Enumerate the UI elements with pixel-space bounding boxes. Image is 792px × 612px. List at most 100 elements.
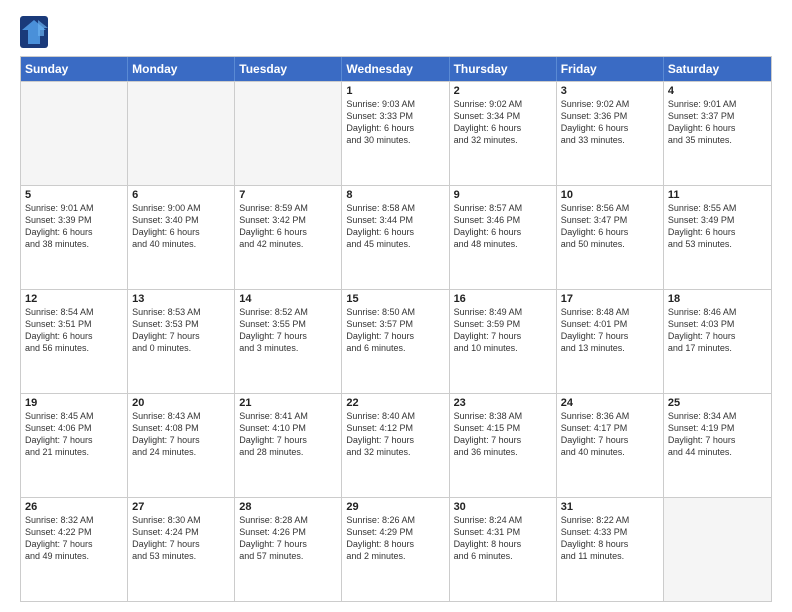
day-number: 16	[454, 293, 552, 305]
cal-cell: 1 Sunrise: 9:03 AM Sunset: 3:33 PM Daylig…	[342, 82, 449, 185]
cal-cell: 4 Sunrise: 9:01 AM Sunset: 3:37 PM Daylig…	[664, 82, 771, 185]
day-number: 4	[668, 85, 767, 97]
cell-text: Sunrise: 8:48 AM Sunset: 4:01 PM Dayligh…	[561, 307, 630, 353]
cell-text: Sunrise: 9:01 AM Sunset: 3:37 PM Dayligh…	[668, 99, 737, 145]
cell-text: Sunrise: 8:50 AM Sunset: 3:57 PM Dayligh…	[346, 307, 415, 353]
cell-text: Sunrise: 8:41 AM Sunset: 4:10 PM Dayligh…	[239, 411, 308, 457]
cal-cell: 6Sunrise: 9:00 AM Sunset: 3:40 PM Daylig…	[128, 186, 235, 289]
cell-text: Sunrise: 8:30 AM Sunset: 4:24 PM Dayligh…	[132, 515, 201, 561]
page-header	[20, 16, 772, 48]
cal-header-cell: Monday	[128, 57, 235, 81]
cell-text: Sunrise: 8:38 AM Sunset: 4:15 PM Dayligh…	[454, 411, 523, 457]
cell-text: Sunrise: 8:32 AM Sunset: 4:22 PM Dayligh…	[25, 515, 94, 561]
day-number: 9	[454, 189, 552, 201]
day-number: 7	[239, 189, 337, 201]
cal-cell: 9 Sunrise: 8:57 AM Sunset: 3:46 PM Daylig…	[450, 186, 557, 289]
cell-text: Sunrise: 8:34 AM Sunset: 4:19 PM Dayligh…	[668, 411, 737, 457]
cell-text: Sunrise: 8:49 AM Sunset: 3:59 PM Dayligh…	[454, 307, 523, 353]
cal-cell: 10 Sunrise: 8:56 AM Sunset: 3:47 PM Dayli…	[557, 186, 664, 289]
cell-text: Sunrise: 8:22 AM Sunset: 4:33 PM Dayligh…	[561, 515, 630, 561]
cell-text: Sunrise: 8:24 AM Sunset: 4:31 PM Dayligh…	[454, 515, 523, 561]
cell-text: Sunrise: 8:59 AM Sunset: 3:42 PM Dayligh…	[239, 203, 308, 249]
cal-cell: 8Sunrise: 8:58 AM Sunset: 3:44 PM Daylig…	[342, 186, 449, 289]
day-number: 28	[239, 501, 337, 513]
cal-header-cell: Thursday	[450, 57, 557, 81]
cal-week: 5 Sunrise: 9:01 AM Sunset: 3:39 PM Daylig…	[21, 185, 771, 289]
calendar-header-row: SundayMondayTuesdayWednesdayThursdayFrid…	[21, 57, 771, 81]
cell-text: Sunrise: 9:02 AM Sunset: 3:36 PM Dayligh…	[561, 99, 630, 145]
cal-cell	[128, 82, 235, 185]
cal-cell: 12Sunrise: 8:54 AM Sunset: 3:51 PM Dayli…	[21, 290, 128, 393]
cal-cell	[235, 82, 342, 185]
cal-cell: 27 Sunrise: 8:30 AM Sunset: 4:24 PM Dayli…	[128, 498, 235, 601]
day-number: 20	[132, 397, 230, 409]
day-number: 27	[132, 501, 230, 513]
cal-cell: 16 Sunrise: 8:49 AM Sunset: 3:59 PM Dayli…	[450, 290, 557, 393]
cal-cell: 25 Sunrise: 8:34 AM Sunset: 4:19 PM Dayli…	[664, 394, 771, 497]
cell-text: Sunrise: 8:46 AM Sunset: 4:03 PM Dayligh…	[668, 307, 737, 353]
day-number: 30	[454, 501, 552, 513]
cal-cell: 15 Sunrise: 8:50 AM Sunset: 3:57 PM Dayli…	[342, 290, 449, 393]
day-number: 21	[239, 397, 337, 409]
cal-cell: 28 Sunrise: 8:28 AM Sunset: 4:26 PM Dayli…	[235, 498, 342, 601]
cal-cell: 19 Sunrise: 8:45 AM Sunset: 4:06 PM Dayli…	[21, 394, 128, 497]
day-number: 3	[561, 85, 659, 97]
day-number: 19	[25, 397, 123, 409]
cal-cell: 31Sunrise: 8:22 AM Sunset: 4:33 PM Dayli…	[557, 498, 664, 601]
calendar-body: 1 Sunrise: 9:03 AM Sunset: 3:33 PM Daylig…	[21, 81, 771, 601]
day-number: 11	[668, 189, 767, 201]
cell-text: Sunrise: 8:53 AM Sunset: 3:53 PM Dayligh…	[132, 307, 201, 353]
cal-header-cell: Sunday	[21, 57, 128, 81]
cal-cell: 3 Sunrise: 9:02 AM Sunset: 3:36 PM Daylig…	[557, 82, 664, 185]
cal-week: 12Sunrise: 8:54 AM Sunset: 3:51 PM Dayli…	[21, 289, 771, 393]
cal-cell: 14 Sunrise: 8:52 AM Sunset: 3:55 PM Dayli…	[235, 290, 342, 393]
cal-header-cell: Saturday	[664, 57, 771, 81]
cal-cell: 30 Sunrise: 8:24 AM Sunset: 4:31 PM Dayli…	[450, 498, 557, 601]
day-number: 22	[346, 397, 444, 409]
cal-week: 26 Sunrise: 8:32 AM Sunset: 4:22 PM Dayli…	[21, 497, 771, 601]
day-number: 5	[25, 189, 123, 201]
day-number: 1	[346, 85, 444, 97]
cell-text: Sunrise: 8:56 AM Sunset: 3:47 PM Dayligh…	[561, 203, 630, 249]
logo	[20, 16, 52, 48]
day-number: 17	[561, 293, 659, 305]
day-number: 13	[132, 293, 230, 305]
cal-cell	[664, 498, 771, 601]
cal-cell: 23 Sunrise: 8:38 AM Sunset: 4:15 PM Dayli…	[450, 394, 557, 497]
cell-text: Sunrise: 9:02 AM Sunset: 3:34 PM Dayligh…	[454, 99, 523, 145]
cal-header-cell: Wednesday	[342, 57, 449, 81]
cell-text: Sunrise: 8:28 AM Sunset: 4:26 PM Dayligh…	[239, 515, 308, 561]
cal-cell: 13 Sunrise: 8:53 AM Sunset: 3:53 PM Dayli…	[128, 290, 235, 393]
day-number: 12	[25, 293, 123, 305]
cell-text: Sunrise: 8:57 AM Sunset: 3:46 PM Dayligh…	[454, 203, 523, 249]
cal-cell: 29 Sunrise: 8:26 AM Sunset: 4:29 PM Dayli…	[342, 498, 449, 601]
day-number: 14	[239, 293, 337, 305]
cell-text: Sunrise: 8:36 AM Sunset: 4:17 PM Dayligh…	[561, 411, 630, 457]
day-number: 23	[454, 397, 552, 409]
cal-header-cell: Tuesday	[235, 57, 342, 81]
cell-text: Sunrise: 8:52 AM Sunset: 3:55 PM Dayligh…	[239, 307, 308, 353]
cal-cell: 17 Sunrise: 8:48 AM Sunset: 4:01 PM Dayli…	[557, 290, 664, 393]
cell-text: Sunrise: 8:58 AM Sunset: 3:44 PM Dayligh…	[346, 203, 415, 249]
day-number: 26	[25, 501, 123, 513]
cal-cell: 20 Sunrise: 8:43 AM Sunset: 4:08 PM Dayli…	[128, 394, 235, 497]
day-number: 18	[668, 293, 767, 305]
cal-week: 19 Sunrise: 8:45 AM Sunset: 4:06 PM Dayli…	[21, 393, 771, 497]
day-number: 29	[346, 501, 444, 513]
cell-text: Sunrise: 9:01 AM Sunset: 3:39 PM Dayligh…	[25, 203, 94, 249]
cell-text: Sunrise: 8:26 AM Sunset: 4:29 PM Dayligh…	[346, 515, 415, 561]
cal-cell: 2 Sunrise: 9:02 AM Sunset: 3:34 PM Daylig…	[450, 82, 557, 185]
day-number: 15	[346, 293, 444, 305]
cell-text: Sunrise: 9:03 AM Sunset: 3:33 PM Dayligh…	[346, 99, 415, 145]
day-number: 6	[132, 189, 230, 201]
cal-cell: 21 Sunrise: 8:41 AM Sunset: 4:10 PM Dayli…	[235, 394, 342, 497]
day-number: 2	[454, 85, 552, 97]
day-number: 10	[561, 189, 659, 201]
cell-text: Sunrise: 8:40 AM Sunset: 4:12 PM Dayligh…	[346, 411, 415, 457]
day-number: 25	[668, 397, 767, 409]
cal-header-cell: Friday	[557, 57, 664, 81]
cell-text: Sunrise: 8:45 AM Sunset: 4:06 PM Dayligh…	[25, 411, 94, 457]
cal-cell: 24Sunrise: 8:36 AM Sunset: 4:17 PM Dayli…	[557, 394, 664, 497]
cal-cell	[21, 82, 128, 185]
cell-text: Sunrise: 8:43 AM Sunset: 4:08 PM Dayligh…	[132, 411, 201, 457]
